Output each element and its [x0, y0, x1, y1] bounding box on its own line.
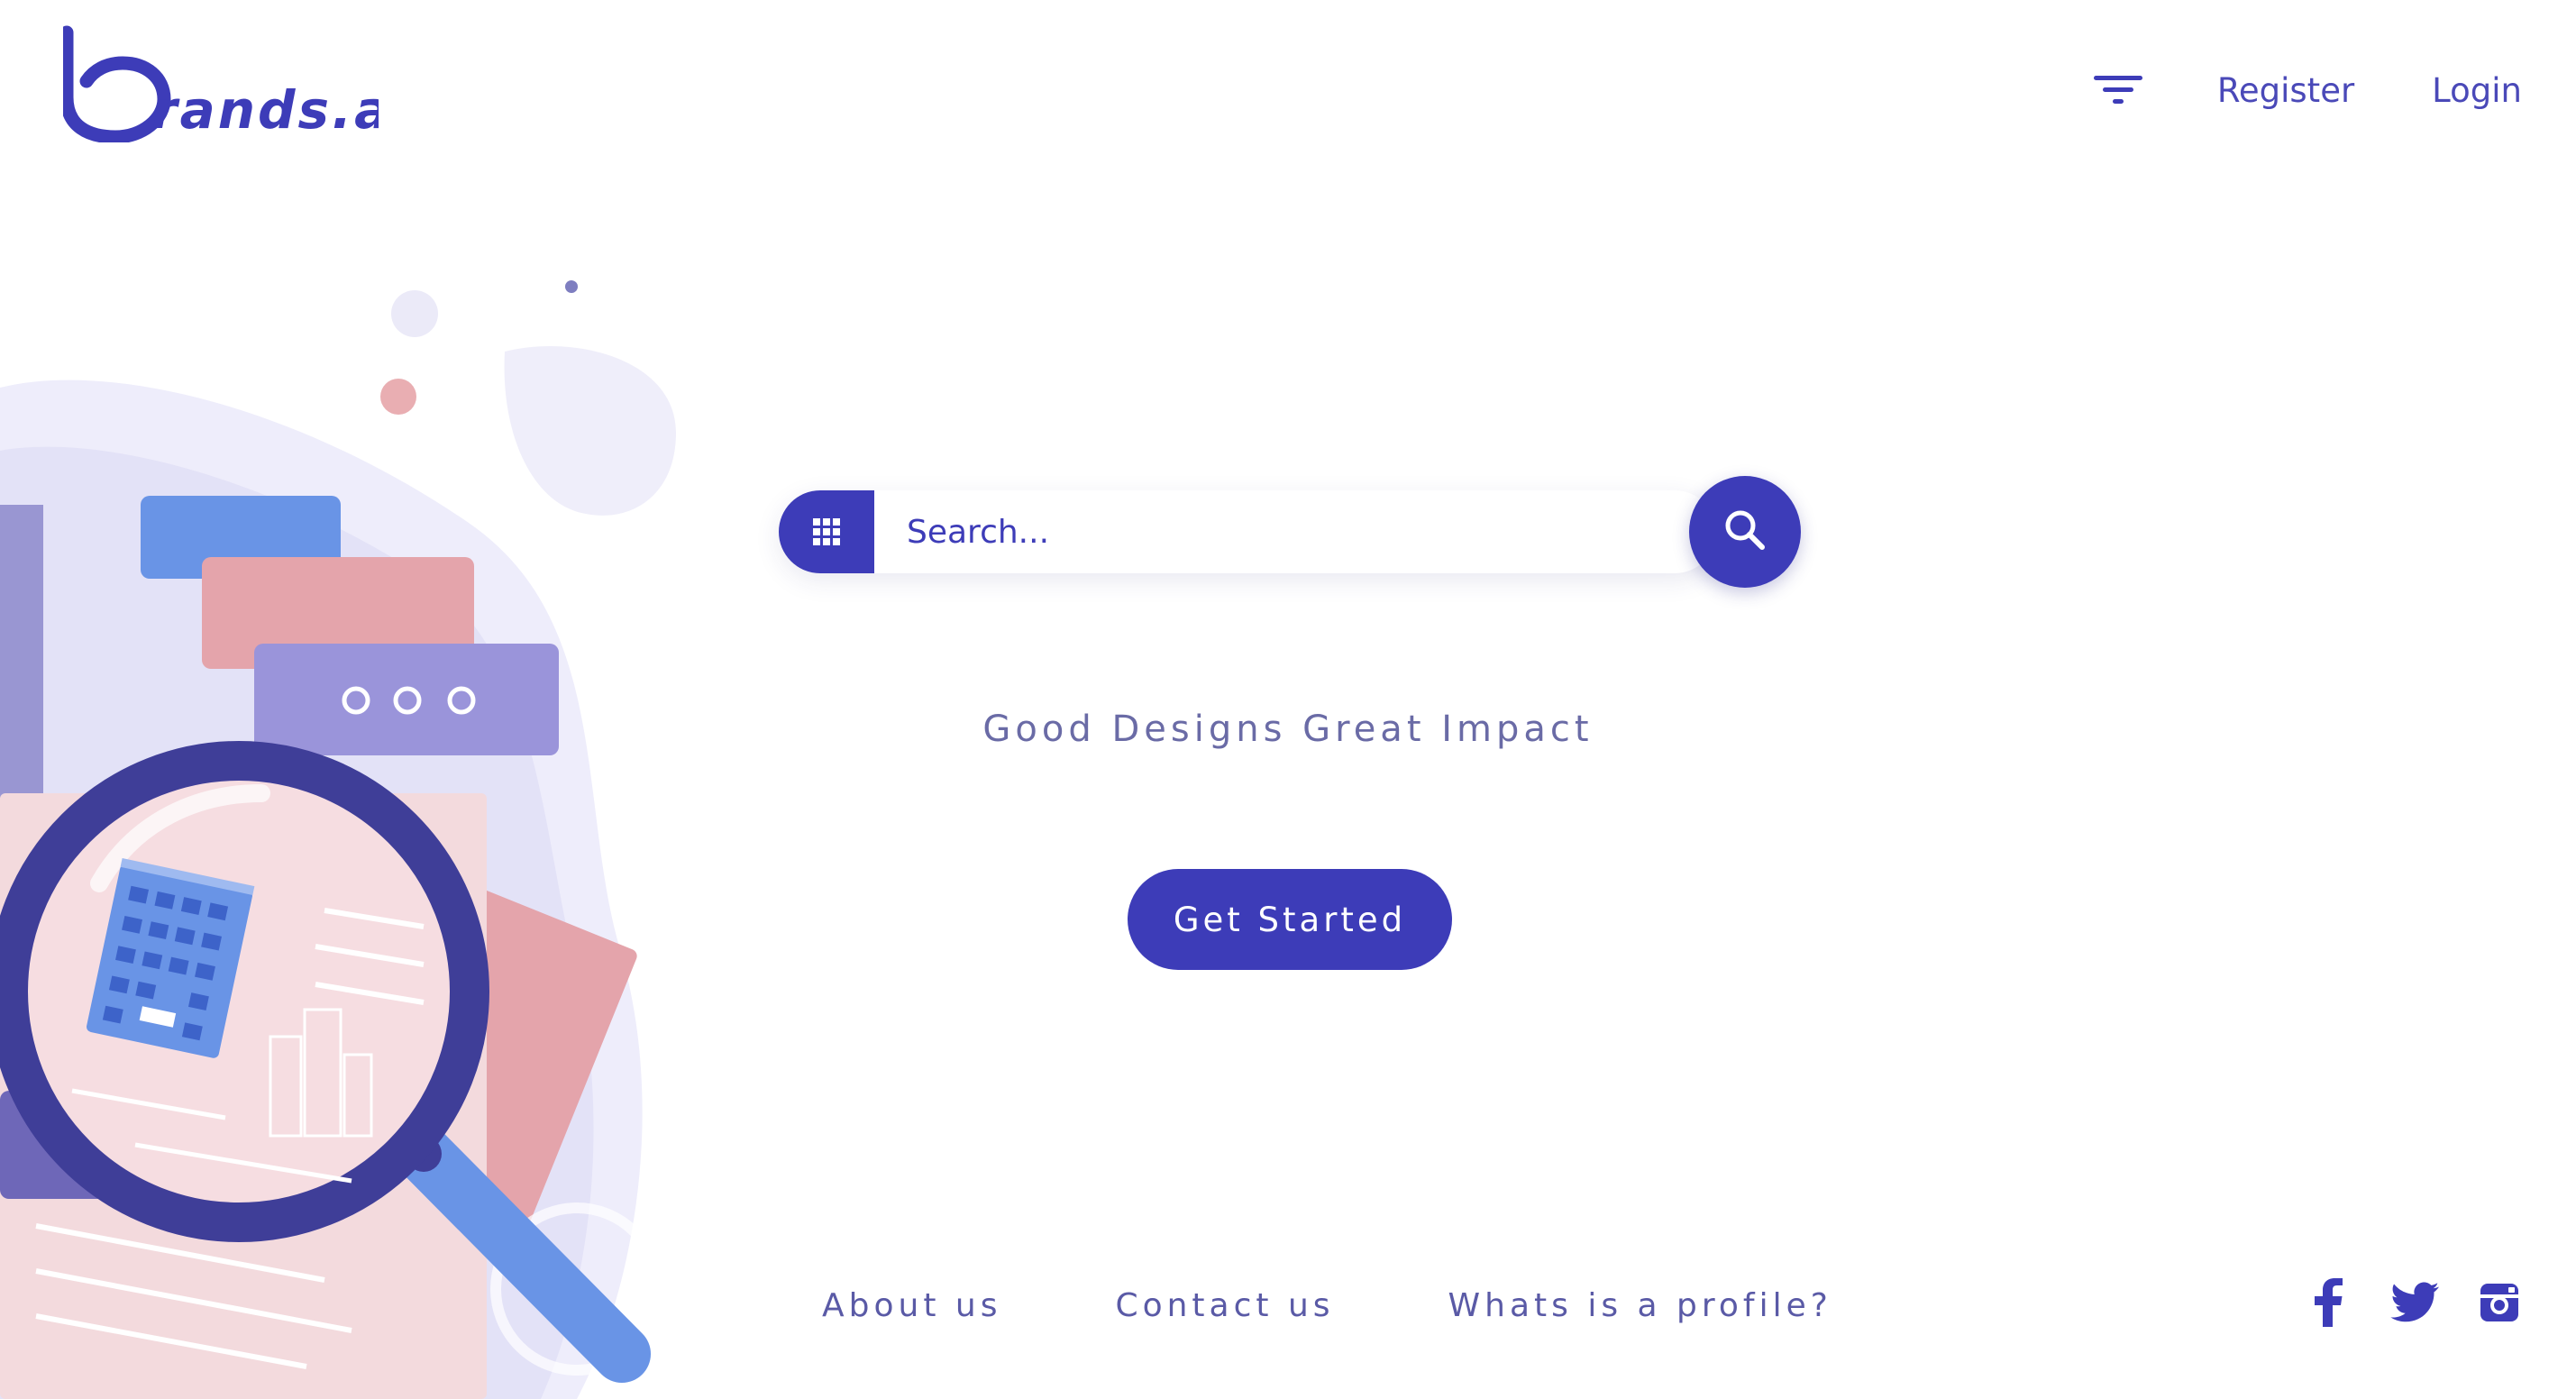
search-button[interactable]: [1689, 476, 1801, 588]
brand-logo[interactable]: rands.af: [59, 25, 418, 144]
hero-tagline: Good Designs Great Impact: [982, 709, 1594, 750]
register-link[interactable]: Register: [2217, 71, 2354, 110]
footer-links: About us Contact us Whats is a profile?: [822, 1280, 1832, 1330]
hero-illustration: [0, 252, 721, 1399]
grid-icon[interactable]: [779, 490, 874, 573]
contact-us-link[interactable]: Contact us: [1115, 1287, 1334, 1324]
svg-text:rands.af: rands.af: [151, 79, 379, 141]
twitter-icon[interactable]: [2390, 1278, 2439, 1327]
instagram-icon[interactable]: [2475, 1278, 2524, 1327]
about-us-link[interactable]: About us: [822, 1287, 1001, 1324]
social-links: [2304, 1273, 2524, 1332]
search-input[interactable]: [891, 490, 1590, 573]
filter-icon[interactable]: [2091, 68, 2145, 113]
search-box: [779, 476, 1801, 588]
get-started-button[interactable]: Get Started: [1128, 869, 1452, 970]
facebook-icon[interactable]: [2304, 1278, 2352, 1327]
top-nav: Register Login: [2091, 63, 2522, 117]
landing-page: rands.af Register Login: [0, 0, 2576, 1399]
login-link[interactable]: Login: [2432, 71, 2522, 110]
search-icon: [1722, 507, 1768, 556]
what-is-a-profile-link[interactable]: Whats is a profile?: [1448, 1287, 1832, 1324]
